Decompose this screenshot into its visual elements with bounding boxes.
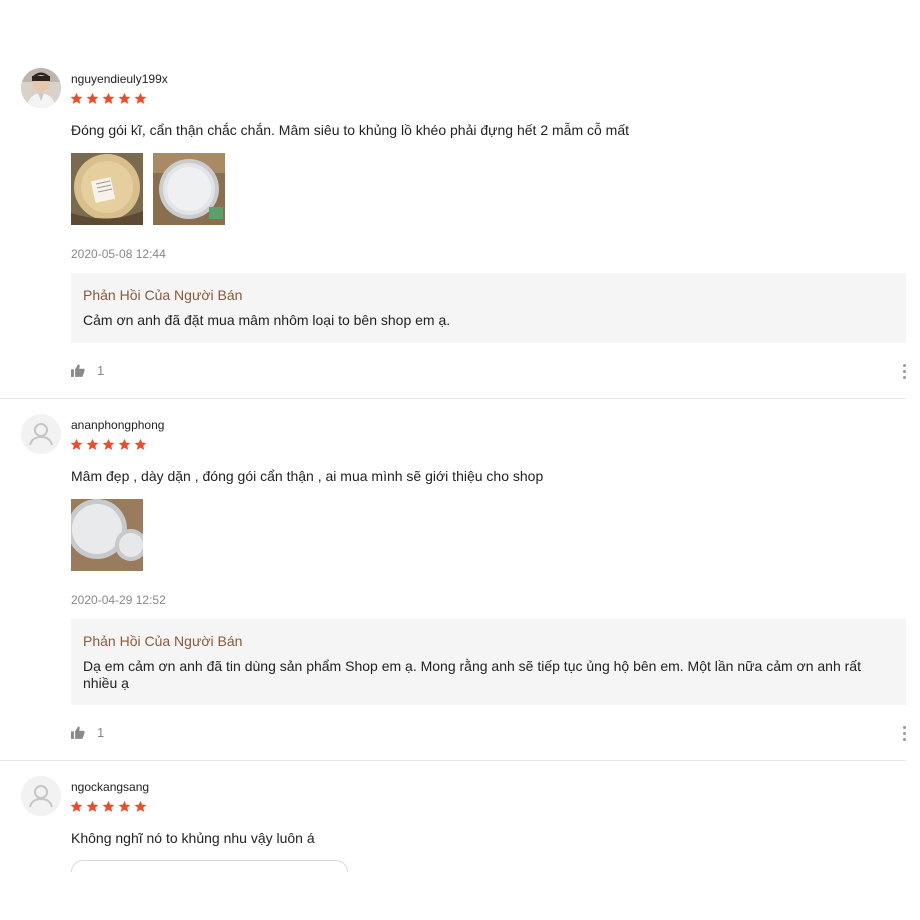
star-icon bbox=[102, 438, 115, 450]
review-username[interactable]: ngockangsang bbox=[71, 780, 149, 794]
avatar-photo-icon bbox=[21, 68, 61, 108]
review-divider bbox=[0, 760, 906, 761]
reviews-page: nguyendieuly199x Đóng gói kĩ, cẩn thận c… bbox=[0, 0, 920, 920]
star-icon bbox=[86, 438, 99, 450]
user-avatar[interactable] bbox=[21, 414, 61, 454]
star-icon bbox=[134, 92, 147, 104]
star-icon bbox=[86, 800, 99, 812]
review-photo[interactable] bbox=[71, 153, 143, 225]
review-comment: Không nghĩ nó to khủng nhu vậy luôn á bbox=[71, 830, 315, 846]
star-icon bbox=[118, 92, 131, 104]
star-icon bbox=[70, 800, 83, 812]
like-button[interactable]: 1 bbox=[71, 363, 104, 378]
star-icon bbox=[102, 800, 115, 812]
package-photo-icon bbox=[71, 153, 143, 225]
seller-reply-title: Phản Hồi Của Người Bán bbox=[83, 633, 243, 649]
thumbs-up-icon bbox=[71, 726, 85, 739]
review-username[interactable]: ananphongphong bbox=[71, 418, 164, 432]
user-avatar[interactable] bbox=[21, 776, 61, 816]
seller-reply: Phản Hồi Của Người Bán Dạ em cảm ơn anh … bbox=[71, 619, 906, 705]
review-username[interactable]: nguyendieuly199x bbox=[71, 72, 168, 86]
tray-photo-icon bbox=[153, 153, 225, 225]
star-icon bbox=[70, 92, 83, 104]
star-rating bbox=[70, 92, 147, 105]
seller-reply: Phản Hồi Của Người Bán Cảm ơn anh đã đặt… bbox=[71, 273, 906, 343]
trays-photo-icon bbox=[71, 499, 143, 571]
review-media bbox=[71, 499, 143, 571]
more-options-icon[interactable] bbox=[901, 726, 907, 741]
user-avatar[interactable] bbox=[21, 68, 61, 108]
star-rating bbox=[70, 800, 147, 813]
like-button[interactable]: 1 bbox=[71, 725, 104, 740]
review-date: 2020-05-08 12:44 bbox=[71, 247, 166, 261]
star-icon bbox=[70, 438, 83, 450]
seller-reply-text: Dạ em cảm ơn anh đã tin dùng sản phẩm Sh… bbox=[83, 658, 861, 691]
review-photo[interactable] bbox=[71, 499, 143, 571]
star-icon bbox=[134, 800, 147, 812]
default-user-icon bbox=[21, 776, 61, 816]
star-icon bbox=[134, 438, 147, 450]
review-date: 2020-04-29 12:52 bbox=[71, 593, 166, 607]
more-options-icon[interactable] bbox=[901, 364, 907, 379]
thumbs-up-icon bbox=[71, 364, 85, 377]
review-comment: Mâm đẹp , dày dặn , đóng gói cẩn thận , … bbox=[71, 468, 544, 484]
review-media bbox=[71, 153, 225, 225]
review-photo[interactable] bbox=[153, 153, 225, 225]
review-comment: Đóng gói kĩ, cẩn thận chắc chắn. Mâm siê… bbox=[71, 122, 630, 138]
review-media-clipped[interactable] bbox=[71, 860, 348, 872]
seller-reply-title: Phản Hồi Của Người Bán bbox=[83, 287, 243, 303]
like-count: 1 bbox=[97, 725, 105, 740]
star-icon bbox=[118, 438, 131, 450]
star-icon bbox=[118, 800, 131, 812]
review-divider bbox=[0, 398, 906, 399]
star-icon bbox=[102, 92, 115, 104]
star-rating bbox=[70, 438, 147, 451]
seller-reply-text: Cảm ơn anh đã đặt mua mâm nhôm loại to b… bbox=[83, 312, 451, 328]
default-user-icon bbox=[21, 414, 61, 454]
star-icon bbox=[86, 92, 99, 104]
like-count: 1 bbox=[97, 363, 105, 378]
